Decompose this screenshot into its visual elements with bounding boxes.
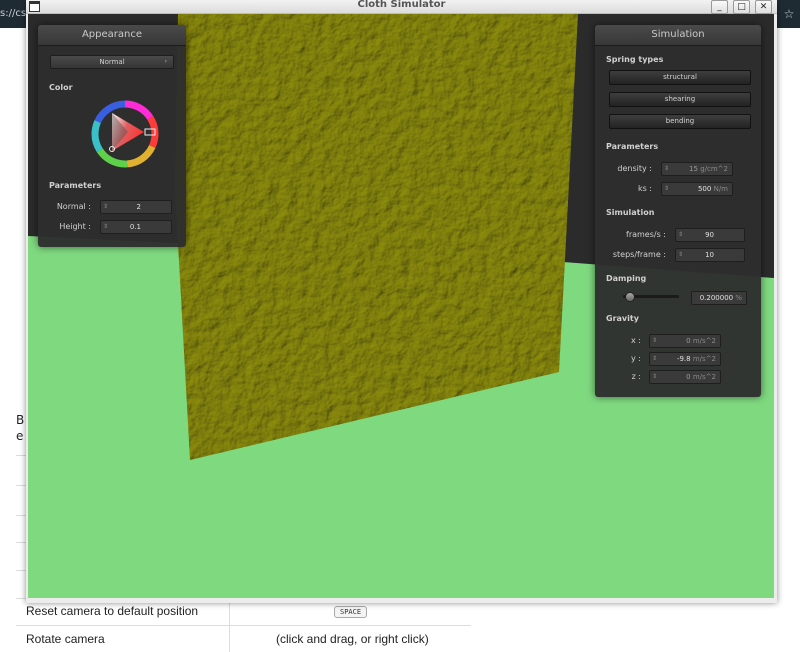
window-title: Cloth Simulator (357, 0, 446, 10)
simulation-panel-title[interactable]: Simulation (595, 25, 761, 46)
steps-input[interactable]: ⇕ 10 (675, 248, 745, 262)
gravity-y-label: y : (631, 354, 641, 363)
height-input[interactable]: ⇕ 0.1 (100, 220, 172, 234)
cloth-surface (175, 14, 578, 460)
damping-slider-knob[interactable] (625, 292, 636, 302)
fps-input[interactable]: ⇕ 90 (675, 228, 745, 242)
simulation-group-label: Simulation (606, 208, 655, 217)
height-label: Height : (59, 222, 91, 231)
appearance-parameters-label: Parameters (49, 181, 102, 190)
stepper-icon[interactable]: ⇕ (652, 371, 657, 383)
space-key-badge: SPACE (334, 606, 368, 618)
spring-types-label: Spring types (606, 55, 664, 64)
cloth-simulator-window: Cloth Simulator _ □ ✕ Appearance Normal … (26, 0, 777, 603)
stepper-icon[interactable]: ⇕ (678, 249, 683, 261)
chevron-right-icon: › (164, 58, 167, 65)
structural-spring-button[interactable]: structural (609, 70, 751, 85)
bookmark-star-icon[interactable]: ☆ (778, 2, 800, 26)
url-bar-fragment[interactable]: s://cs (0, 8, 26, 19)
gravity-y-input[interactable]: ⇕ -9.8 m/s^2 (649, 352, 721, 366)
fps-label: frames/s : (626, 230, 666, 239)
stepper-icon[interactable]: ⇕ (664, 183, 669, 195)
appearance-panel-title[interactable]: Appearance (38, 25, 186, 46)
color-wheel[interactable] (90, 99, 160, 169)
shearing-spring-button[interactable]: shearing (609, 92, 751, 107)
gravity-x-label: x : (631, 336, 641, 345)
sim-parameters-label: Parameters (606, 142, 659, 151)
stepper-icon[interactable]: ⇕ (652, 353, 657, 365)
3d-viewport[interactable]: Appearance Normal › Color Parameters Nor… (28, 14, 774, 598)
stepper-icon[interactable]: ⇕ (652, 335, 657, 347)
shader-dropdown[interactable]: Normal › (50, 55, 174, 69)
table-row-key: (click and drag, or right click) (276, 632, 429, 646)
density-input[interactable]: ⇕ 15 g/cm^2 (661, 162, 733, 176)
gravity-label: Gravity (606, 314, 639, 323)
close-button[interactable]: ✕ (755, 0, 772, 14)
ks-input[interactable]: ⇕ 500 N/m (661, 182, 733, 196)
appearance-panel: Appearance Normal › Color Parameters Nor… (38, 25, 186, 247)
table-row-action: Rotate camera (26, 632, 105, 646)
steps-label: steps/frame : (612, 250, 666, 259)
minimize-button[interactable]: _ (711, 0, 728, 14)
table-row-action: Reset camera to default position (26, 604, 199, 618)
title-bar[interactable]: Cloth Simulator _ □ ✕ (26, 0, 777, 14)
density-label: density : (617, 164, 652, 173)
gravity-z-label: z : (631, 372, 641, 381)
bending-spring-button[interactable]: bending (609, 114, 751, 129)
maximize-button[interactable]: □ (733, 0, 750, 14)
stepper-icon[interactable]: ⇕ (678, 229, 683, 241)
simulation-panel: Simulation Spring types structural shear… (595, 25, 761, 397)
normal-label: Normal : (56, 202, 91, 211)
damping-value-field[interactable]: 0.200000 % (691, 291, 747, 305)
stepper-icon[interactable]: ⇕ (103, 201, 108, 213)
ks-label: ks : (637, 184, 652, 193)
normal-input[interactable]: ⇕ 2 (100, 200, 172, 214)
stepper-icon[interactable]: ⇕ (103, 221, 108, 233)
stepper-icon[interactable]: ⇕ (664, 163, 669, 175)
gravity-x-input[interactable]: ⇕ 0 m/s^2 (649, 334, 721, 348)
damping-label: Damping (606, 274, 647, 283)
color-group-label: Color (49, 83, 73, 92)
gravity-z-input[interactable]: ⇕ 0 m/s^2 (649, 370, 721, 384)
